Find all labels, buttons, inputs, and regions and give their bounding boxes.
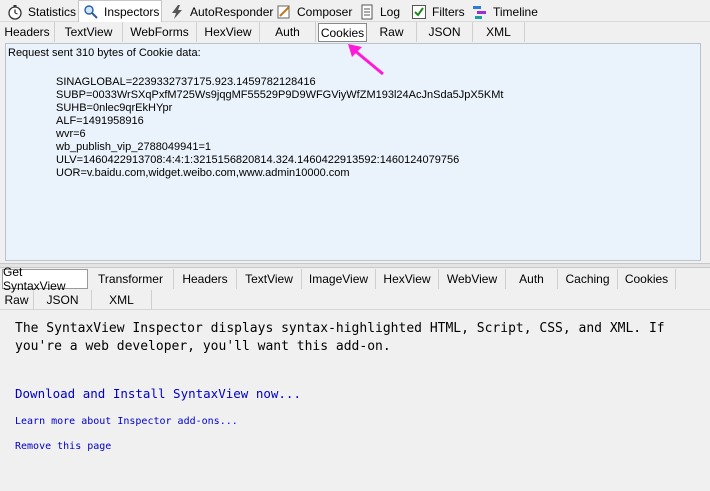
tab-autoresponder[interactable]: AutoResponder: [164, 1, 273, 22]
tab-auth[interactable]: Auth: [260, 22, 316, 42]
log-icon: [359, 4, 375, 20]
pane-splitter[interactable]: [0, 263, 710, 268]
cookie-line: SUBP=0033WrSXqPxfM725Ws9jqgMF55529P9D9WF…: [56, 89, 504, 101]
annotation-arrow-icon: [348, 44, 384, 76]
tab-label: Inspectors: [104, 5, 160, 19]
cookie-line: SINAGLOBAL=2239332737175.923.14597821284…: [56, 76, 316, 88]
remove-page-link[interactable]: Remove this page: [15, 441, 111, 452]
lightning-icon: [169, 4, 185, 20]
tab-label: Composer: [297, 5, 353, 19]
tab-label: Timeline: [493, 5, 538, 19]
tab-label: Statistics: [28, 5, 77, 19]
stopwatch-icon: [7, 4, 23, 20]
tab-caching[interactable]: Caching: [558, 269, 618, 289]
cookie-line: wvr=6: [56, 128, 86, 140]
tab-filters[interactable]: Filters: [406, 1, 465, 22]
tab-composer[interactable]: Composer: [271, 1, 353, 22]
tab-label: Log: [380, 5, 401, 19]
response-tab-bar: Get SyntaxView Transformer Headers TextV…: [0, 265, 710, 293]
tab-cookies[interactable]: Cookies: [318, 23, 367, 42]
tab-raw[interactable]: Raw: [0, 290, 34, 310]
tab-xml[interactable]: XML: [92, 290, 152, 310]
tab-label: Filters: [432, 5, 465, 19]
pencil-icon: [276, 4, 292, 20]
request-tab-bar: Headers TextView WebForms HexView Auth C…: [0, 22, 710, 43]
tab-headers[interactable]: Headers: [174, 269, 237, 289]
tab-auth[interactable]: Auth: [506, 269, 558, 289]
tab-hexview[interactable]: HexView: [197, 22, 260, 42]
tab-json[interactable]: JSON: [417, 22, 473, 42]
inspector-icon: [83, 4, 99, 20]
response-tab-bar-row2: Raw JSON XML: [0, 290, 710, 310]
tab-headers[interactable]: Headers: [0, 22, 55, 42]
timeline-icon: [472, 4, 488, 20]
tab-imageview[interactable]: ImageView: [302, 269, 376, 289]
tab-inspectors[interactable]: Inspectors: [78, 0, 162, 23]
tab-hexview[interactable]: HexView: [376, 269, 439, 289]
syntaxview-description: The SyntaxView Inspector displays syntax…: [15, 321, 665, 354]
cookie-line: wb_publish_vip_2788049941=1: [56, 141, 212, 153]
learn-more-link[interactable]: Learn more about Inspector add-ons...: [15, 416, 238, 427]
tab-xml[interactable]: XML: [473, 22, 525, 42]
tab-textview[interactable]: TextView: [237, 269, 302, 289]
cookie-line: SUHB=0nlec9qrEkHYpr: [56, 102, 173, 114]
tab-json[interactable]: JSON: [34, 290, 92, 310]
tab-transformer[interactable]: Transformer: [88, 269, 174, 289]
tab-label: AutoResponder: [190, 5, 274, 19]
cookie-line: UOR=v.baidu.com,widget.weibo.com,www.adm…: [56, 167, 350, 179]
tab-timeline[interactable]: Timeline: [467, 1, 538, 22]
download-syntaxview-link[interactable]: Download and Install SyntaxView now...: [15, 386, 301, 401]
cookie-line: ALF=1491958916: [56, 115, 144, 127]
tab-webforms[interactable]: WebForms: [123, 22, 197, 42]
tab-cookies[interactable]: Cookies: [618, 269, 676, 289]
tab-statistics[interactable]: Statistics: [2, 1, 76, 22]
syntaxview-info-pane: The SyntaxView Inspector displays syntax…: [0, 311, 710, 491]
cookie-line: ULV=1460422913708:4:4:1:3215156820814.32…: [56, 154, 460, 166]
tab-raw[interactable]: Raw: [367, 22, 417, 42]
tab-get-syntaxview[interactable]: Get SyntaxView: [2, 265, 88, 293]
tab-textview[interactable]: TextView: [55, 22, 123, 42]
main-tab-bar: Statistics Inspectors AutoResponder Comp…: [0, 0, 710, 23]
tab-log[interactable]: Log: [354, 1, 403, 22]
cookie-list: SINAGLOBAL=2239332737175.923.14597821284…: [8, 76, 698, 180]
tab-webview[interactable]: WebView: [439, 269, 506, 289]
checkbox-icon: [411, 4, 427, 20]
